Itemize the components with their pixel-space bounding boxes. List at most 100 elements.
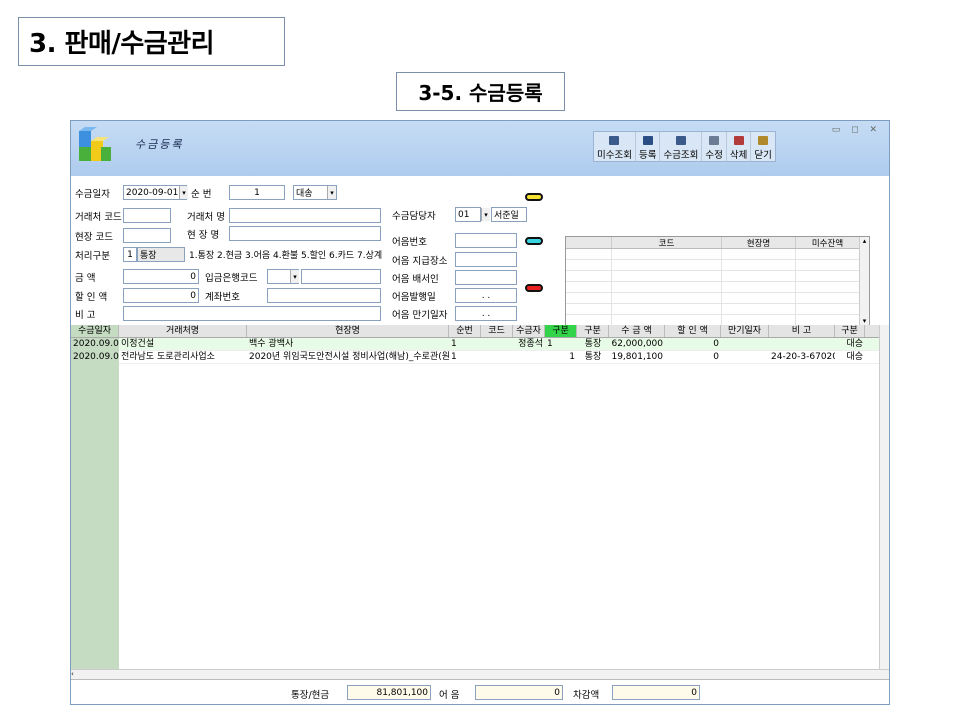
entry-form: 수금일자 2020-09-01 ▾ 순 번 1 대송 ▾ 거래처 코드 거래처 … <box>71 176 889 377</box>
note-issue-input[interactable]: . . <box>455 288 517 303</box>
delete-icon <box>733 136 744 145</box>
manager-code-select[interactable]: 01 <box>455 207 481 222</box>
col-date[interactable]: 수금일자 <box>71 325 119 337</box>
col-code[interactable]: 코드 <box>481 325 513 337</box>
collection-grid[interactable]: 수금일자 거래처명 현장명 순번 코드 수금자 구분 구분 수 금 액 할 인 … <box>71 325 889 669</box>
toolbar-label: 삭제 <box>729 150 748 161</box>
account-label: 계좌번호 <box>205 292 240 303</box>
seq-label: 순 번 <box>191 189 212 200</box>
note-total-field: 0 <box>475 685 563 700</box>
mini-row <box>566 260 869 271</box>
col-collector[interactable]: 수금자 <box>513 325 545 337</box>
cell-client: 전라남도 도로관리사업소 <box>121 352 215 362</box>
mini-col-balance: 미수잔액 <box>796 237 860 249</box>
site-name-input[interactable] <box>229 226 381 241</box>
toolbar-label: 수금조회 <box>663 150 699 161</box>
mini-col-code: 코드 <box>612 237 722 249</box>
col-client[interactable]: 거래처명 <box>119 325 247 337</box>
proc-label: 처리구분 <box>75 251 110 262</box>
col-memo[interactable]: 비 고 <box>769 325 835 337</box>
client-code-input[interactable] <box>123 208 171 223</box>
slide-title: 3. 판매/수금관리 <box>18 17 285 66</box>
cell-code <box>481 351 513 363</box>
cell-type: 통장 <box>584 352 602 362</box>
cell-memo: 24-20-3-67020- <box>771 352 835 362</box>
manager-name-field: 서준일 <box>491 207 527 222</box>
amount-input[interactable]: 0 <box>123 269 199 284</box>
cell-date: 2020.09.01 <box>73 352 119 362</box>
cell-amount: 19,801,100 <box>611 352 663 362</box>
mini-row <box>566 304 869 315</box>
discount-input[interactable]: 0 <box>123 288 199 303</box>
site-code-input[interactable] <box>123 228 171 243</box>
proc-name-field: 통장 <box>137 247 185 262</box>
cell-type: 통장 <box>584 339 602 349</box>
red-status-pill[interactable] <box>525 284 543 292</box>
row-selector-band <box>71 338 119 669</box>
note-place-input[interactable] <box>455 252 517 267</box>
cell-amount: 62,000,000 <box>611 339 663 349</box>
proc-hint: 1.통장 2.현금 3.어음 4.환불 5.할인 6.카드 7.상계 <box>189 251 383 261</box>
cell-collector: 정종석 <box>518 339 543 349</box>
toolbar: 미수조회 등록 수금조회 수정 삭제 닫기 <box>593 131 776 162</box>
note-due-input[interactable]: . . <box>455 306 517 321</box>
save-icon <box>642 136 653 145</box>
register-button[interactable]: 등록 <box>636 132 661 161</box>
date-input[interactable]: 2020-09-01 <box>123 185 187 200</box>
chevron-down-icon[interactable]: ▾ <box>327 186 336 199</box>
col-type-code[interactable]: 구분 <box>545 325 577 337</box>
memo-label: 비 고 <box>75 310 96 321</box>
col-type2[interactable]: 구분 <box>835 325 865 337</box>
cubes-logo-icon <box>79 127 111 161</box>
toolbar-label: 닫기 <box>754 150 772 161</box>
search-icon <box>609 136 620 145</box>
cell-memo <box>769 338 835 350</box>
col-discount[interactable]: 할 인 액 <box>665 325 721 337</box>
close-button[interactable]: 닫기 <box>751 132 774 161</box>
cash-total-field: 81,801,100 <box>347 685 431 700</box>
site-name-label: 현 장 명 <box>187 230 220 241</box>
toolbar-label: 등록 <box>638 150 657 161</box>
col-due-date[interactable]: 만기일자 <box>721 325 769 337</box>
client-name-input[interactable] <box>229 208 381 223</box>
cell-client: 이정건설 <box>121 339 155 349</box>
chevron-down-icon[interactable]: ▾ <box>290 270 299 283</box>
window-controls[interactable]: ▭ ◻ ✕ <box>832 125 881 135</box>
account-input[interactable] <box>267 288 381 303</box>
cyan-status-pill[interactable] <box>525 237 543 245</box>
manager-label: 수금담당자 <box>392 211 436 222</box>
proc-code-input[interactable]: 1 <box>123 247 137 262</box>
table-row[interactable]: 2020.09.01 전라남도 도로관리사업소 2020년 위임국도안전시설 정… <box>71 351 889 364</box>
col-site[interactable]: 현장명 <box>247 325 449 337</box>
collection-search-button[interactable]: 수금조회 <box>660 132 703 161</box>
mini-col <box>566 237 612 248</box>
cell-due-date <box>721 351 769 363</box>
edit-button[interactable]: 수정 <box>702 132 727 161</box>
table-row[interactable]: 2020.09.01 이정건설 백수 광백사 1 정종석 1 통장 62,000… <box>71 338 889 351</box>
grid-horizontal-scrollbar[interactable]: ‹ <box>71 669 889 679</box>
note-no-label: 어음번호 <box>392 237 427 248</box>
chevron-down-icon[interactable]: ▾ <box>179 186 188 199</box>
note-endorser-input[interactable] <box>455 270 517 285</box>
slide-subtitle: 3-5. 수금등록 <box>396 72 565 111</box>
bank-code-label: 입금은행코드 <box>205 273 258 284</box>
mini-col-site: 현장명 <box>722 237 796 249</box>
col-type[interactable]: 구분 <box>577 325 609 337</box>
cell-site: 백수 광백사 <box>249 339 294 349</box>
col-amount[interactable]: 수 금 액 <box>609 325 665 337</box>
edit-icon <box>709 136 720 145</box>
toolbar-label: 수정 <box>705 150 723 161</box>
grid-vertical-scrollbar[interactable] <box>879 325 889 669</box>
unpaid-search-button[interactable]: 미수조회 <box>594 132 636 161</box>
unpaid-table-header: 코드 현장명 미수잔액 <box>566 237 869 249</box>
chevron-down-icon[interactable]: ▾ <box>481 208 490 221</box>
bank-name-input[interactable] <box>301 269 381 284</box>
col-seq[interactable]: 순번 <box>449 325 481 337</box>
delete-button[interactable]: 삭제 <box>727 132 752 161</box>
cell-date: 2020.09.01 <box>73 339 119 349</box>
seq-input[interactable]: 1 <box>229 185 285 200</box>
memo-input[interactable] <box>123 306 381 321</box>
note-no-input[interactable] <box>455 233 517 248</box>
window-title: 수금등록 <box>135 138 184 151</box>
yellow-status-pill[interactable] <box>525 193 543 201</box>
